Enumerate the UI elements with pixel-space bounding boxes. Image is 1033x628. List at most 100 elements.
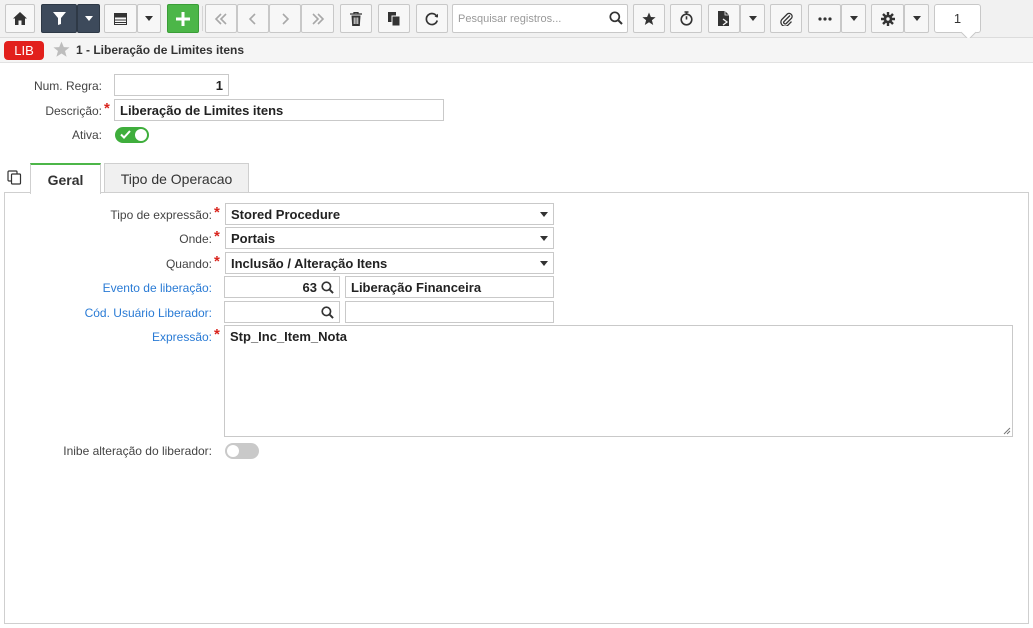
trash-icon (350, 11, 362, 26)
usuario-liberador-code-field[interactable] (224, 301, 340, 323)
tab-label: Geral (47, 171, 84, 188)
star-icon (642, 12, 656, 25)
inibe-alteracao-toggle[interactable] (225, 443, 259, 459)
home-icon (13, 12, 27, 25)
gear-icon (880, 11, 895, 26)
grid-view-dropdown-button[interactable] (137, 4, 161, 33)
grid-view-button[interactable] (104, 4, 137, 33)
tab-label: Tipo de Operacao (120, 170, 233, 187)
settings-dropdown-button[interactable] (904, 4, 929, 33)
quando-value: Inclusão / Alteração Itens (231, 255, 388, 271)
chevron-down-icon (912, 16, 921, 21)
page-number[interactable]: 1 (934, 4, 981, 33)
search-icon[interactable] (609, 11, 623, 25)
tipo-expressao-select[interactable]: Stored Procedure (225, 203, 554, 225)
required-marker: * (214, 204, 220, 221)
filter-dropdown-button[interactable] (77, 4, 100, 33)
onde-value: Portais (231, 230, 276, 246)
module-badge: LIB (4, 41, 44, 60)
settings-button[interactable] (871, 4, 904, 33)
page-title: 1 - Liberação de Limites itens (76, 43, 245, 57)
chevron-down-icon (145, 16, 153, 21)
home-button[interactable] (5, 4, 35, 33)
copy-icon[interactable] (7, 170, 22, 185)
page-number-value: 1 (953, 11, 962, 26)
tipo-expressao-value: Stored Procedure (231, 206, 341, 222)
usuario-liberador-label[interactable]: Cód. Usuário Liberador: (0, 306, 212, 320)
next-record-button[interactable] (269, 4, 301, 33)
double-chevron-right-icon (311, 12, 324, 25)
chevron-left-icon (248, 12, 256, 25)
star-icon[interactable] (53, 41, 70, 58)
add-record-button[interactable] (167, 4, 199, 33)
stopwatch-icon (679, 11, 693, 26)
more-actions-button[interactable] (808, 4, 841, 33)
toggle-knob (227, 445, 239, 457)
quando-select[interactable]: Inclusão / Alteração Itens (225, 252, 554, 274)
reports-dropdown-button[interactable] (740, 4, 765, 33)
onde-label: Onde: (179, 232, 212, 246)
expressao-value: Stp_Inc_Item_Nota (230, 329, 348, 344)
refresh-button[interactable] (416, 4, 448, 33)
required-marker: * (104, 100, 110, 117)
title-bar: LIB 1 - Liberação de Limites itens (0, 38, 1033, 63)
favorite-button[interactable] (633, 4, 665, 33)
descricao-field[interactable]: Liberação de Limites itens (114, 99, 444, 121)
tab-tipo-de-operacao[interactable]: Tipo de Operacao (104, 163, 249, 193)
filter-icon (52, 12, 66, 25)
expressao-textarea[interactable]: Stp_Inc_Item_Nota (224, 325, 1013, 437)
toolbar: 1 (0, 0, 1033, 38)
delete-button[interactable] (340, 4, 372, 33)
num-regra-field[interactable]: 1 (114, 74, 229, 96)
toolbar-divider (202, 6, 203, 31)
chevron-down-icon (540, 211, 548, 217)
check-icon (120, 130, 131, 139)
ativa-label: Ativa: (71, 128, 102, 142)
chevron-right-icon (282, 12, 290, 25)
reports-button[interactable] (708, 4, 740, 33)
quando-label: Quando: (165, 257, 212, 271)
resize-handle-icon[interactable] (1002, 426, 1011, 435)
search-icon[interactable] (321, 281, 334, 294)
descricao-label: Descrição: (45, 104, 102, 118)
last-record-button[interactable] (301, 4, 334, 33)
more-actions-dropdown-button[interactable] (841, 4, 866, 33)
plus-icon (176, 11, 190, 26)
search-icon[interactable] (321, 306, 334, 319)
evento-liberacao-description: Liberação Financeira (345, 276, 554, 298)
usuario-liberador-description (345, 301, 554, 323)
evento-liberacao-code: 63 (302, 279, 317, 295)
expressao-label: Expressão: (151, 330, 212, 344)
evento-liberacao-label[interactable]: Evento de liberação: (0, 281, 212, 295)
double-chevron-left-icon (214, 12, 227, 25)
previous-record-button[interactable] (237, 4, 269, 33)
chevron-down-icon (540, 260, 548, 266)
first-record-button[interactable] (205, 4, 237, 33)
paperclip-icon (780, 12, 793, 26)
num-regra-label: Num. Regra: (33, 79, 102, 93)
chevron-down-icon (849, 16, 858, 21)
evento-liberacao-code-field[interactable]: 63 (224, 276, 340, 298)
tab-geral[interactable]: Geral (30, 163, 101, 194)
chevron-down-icon (748, 16, 757, 21)
attachments-button[interactable] (770, 4, 802, 33)
search-box (452, 4, 628, 33)
grid-icon (114, 12, 127, 25)
copy-icon (387, 11, 400, 26)
onde-select[interactable]: Portais (225, 227, 554, 249)
chevron-down-icon (84, 16, 93, 21)
tipo-expressao-label: Tipo de expressão: (110, 208, 212, 222)
required-marker: * (214, 228, 220, 245)
required-marker: * (214, 253, 220, 270)
toggle-knob (135, 129, 147, 141)
more-icon (817, 16, 832, 21)
inibe-alteracao-label: Inibe alteração do liberador: (63, 444, 212, 458)
timer-button[interactable] (670, 4, 702, 33)
document-icon (718, 11, 729, 26)
chevron-down-icon (540, 235, 548, 241)
search-input[interactable] (453, 5, 603, 32)
duplicate-button[interactable] (378, 4, 410, 33)
ativa-toggle[interactable] (115, 127, 149, 143)
refresh-icon (425, 12, 439, 25)
filter-button[interactable] (41, 4, 77, 33)
